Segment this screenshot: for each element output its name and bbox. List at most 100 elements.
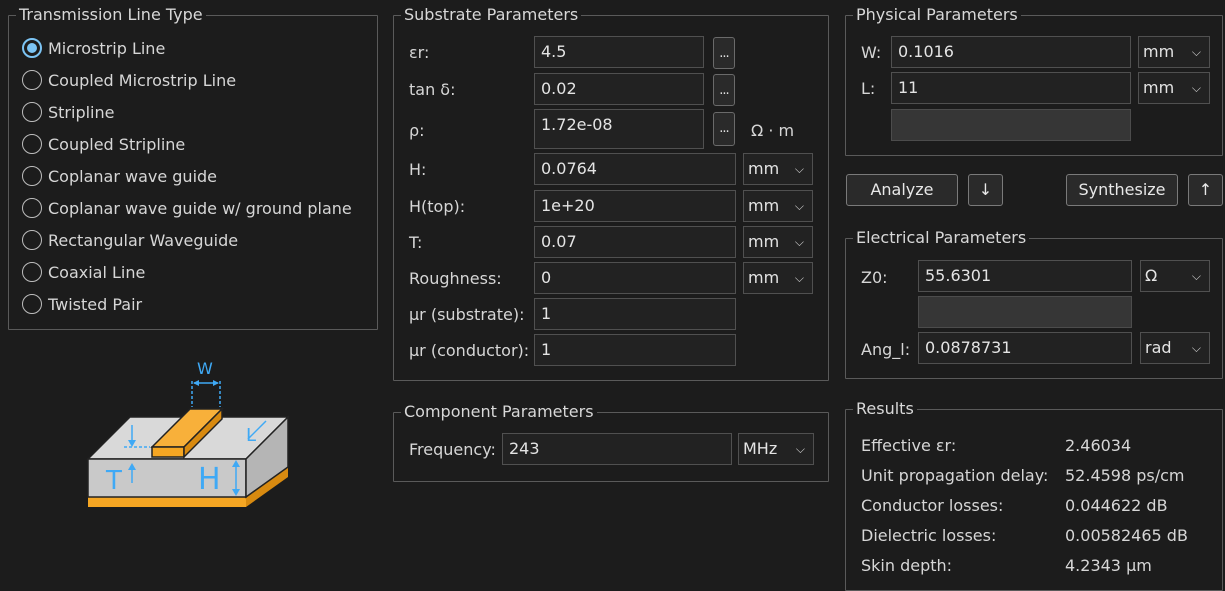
analyze-button[interactable]: Analyze: [846, 174, 958, 206]
er-label: εr:: [409, 43, 430, 62]
radio-microstrip-line[interactable]: Microstrip Line: [22, 36, 165, 60]
frequency-label: Frequency:: [409, 440, 496, 459]
er-browse-button[interactable]: ...: [713, 37, 735, 69]
result-value-effective-er: 2.46034: [1065, 436, 1132, 455]
chevron-down-icon: ⌵: [1191, 341, 1201, 355]
result-label-conductor-losses: Conductor losses:: [861, 496, 1004, 515]
t-label: T: [105, 466, 122, 496]
radio-stripline[interactable]: Stripline: [22, 100, 114, 124]
synthesize-button[interactable]: Synthesize: [1066, 174, 1178, 206]
radio-unchecked-icon[interactable]: [22, 230, 42, 250]
electrical-parameters-group: Electrical Parameters Z0: 55.6301 Ω ⌵ An…: [845, 229, 1223, 379]
radio-label: Stripline: [48, 102, 115, 122]
synthesize-up-arrow-button[interactable]: ↑: [1188, 174, 1223, 206]
tand-label: tan δ:: [409, 80, 456, 99]
t-unit-select[interactable]: mm ⌵: [743, 226, 813, 258]
result-label-unit-propagation-delay: Unit propagation delay:: [861, 466, 1049, 485]
radio-unchecked-icon[interactable]: [22, 166, 42, 186]
w-unit-select[interactable]: mm ⌵: [1138, 36, 1210, 68]
transmission-line-type-group: Transmission Line Type Microstrip Line C…: [8, 6, 378, 330]
physical-extra-input[interactable]: [891, 109, 1131, 141]
radio-coplanar-wave-guide-ground[interactable]: Coplanar wave guide w/ ground plane: [22, 196, 352, 220]
radio-coupled-stripline[interactable]: Coupled Stripline: [22, 132, 185, 156]
l-unit-select[interactable]: mm ⌵: [1138, 72, 1210, 104]
physical-parameters-group: Physical Parameters W: 0.1016 mm ⌵ L: 11…: [845, 6, 1223, 156]
radio-twisted-pair[interactable]: Twisted Pair: [22, 292, 142, 316]
w-unit-value: mm: [1143, 42, 1175, 61]
roughness-unit-select[interactable]: mm ⌵: [743, 262, 813, 294]
roughness-input[interactable]: 0: [534, 262, 736, 294]
radio-label: Microstrip Line: [48, 38, 166, 58]
rho-input[interactable]: 1.72e-08: [534, 109, 704, 149]
radio-unchecked-icon[interactable]: [22, 294, 42, 314]
electrical-extra-input[interactable]: [918, 296, 1132, 328]
h-unit-value: mm: [748, 159, 780, 178]
radio-unchecked-icon[interactable]: [22, 262, 42, 282]
chevron-down-icon: ⌵: [1191, 81, 1201, 95]
radio-coupled-microstrip-line[interactable]: Coupled Microstrip Line: [22, 68, 236, 92]
er-input[interactable]: 4.5: [534, 36, 704, 68]
analyze-down-arrow-button[interactable]: ↓: [968, 174, 1003, 206]
radio-coaxial-line[interactable]: Coaxial Line: [22, 260, 145, 284]
l-unit-value: mm: [1143, 78, 1175, 97]
transmission-line-type-title: Transmission Line Type: [16, 6, 206, 24]
ang-l-label: Ang_l:: [861, 340, 911, 359]
result-label-effective-er: Effective εr:: [861, 436, 957, 455]
w-label: W: [197, 359, 213, 378]
mur-substrate-input[interactable]: 1: [534, 298, 736, 330]
radio-unchecked-icon[interactable]: [22, 134, 42, 154]
mur-conductor-input[interactable]: 1: [534, 334, 736, 366]
component-parameters-title: Component Parameters: [401, 403, 597, 421]
z0-unit-value: Ω: [1145, 266, 1158, 285]
h-unit-select[interactable]: mm ⌵: [743, 153, 813, 185]
radio-unchecked-icon[interactable]: [22, 102, 42, 122]
chevron-down-icon: ⌵: [1191, 269, 1201, 283]
radio-label: Coupled Stripline: [48, 134, 186, 154]
substrate-parameters-group: Substrate Parameters εr: 4.5 ... tan δ: …: [393, 6, 829, 381]
w-param-input[interactable]: 0.1016: [891, 36, 1131, 68]
rho-label: ρ:: [409, 121, 425, 140]
w-arrow-right: [213, 380, 219, 386]
t-input[interactable]: 0.07: [534, 226, 736, 258]
radio-label: Rectangular Waveguide: [48, 230, 239, 250]
t-label: T:: [409, 233, 423, 252]
htop-unit-select[interactable]: mm ⌵: [743, 190, 813, 222]
results-title: Results: [853, 400, 917, 418]
frequency-input[interactable]: 243: [502, 433, 732, 465]
rho-browse-button[interactable]: ...: [713, 112, 735, 146]
result-value-skin-depth: 4.2343 µm: [1065, 556, 1152, 575]
mur-conductor-label: μr (conductor):: [409, 341, 530, 360]
electrical-parameters-title: Electrical Parameters: [853, 229, 1030, 247]
t-unit-value: mm: [748, 232, 780, 251]
radio-label: Coplanar wave guide: [48, 166, 218, 186]
tand-browse-button[interactable]: ...: [713, 74, 735, 106]
chevron-down-icon: ⌵: [1191, 45, 1201, 59]
result-label-dielectric-losses: Dielectric losses:: [861, 526, 997, 545]
radio-checked-icon[interactable]: [22, 38, 42, 58]
htop-unit-value: mm: [748, 196, 780, 215]
l-param-input[interactable]: 11: [891, 72, 1131, 104]
radio-label: Coupled Microstrip Line: [48, 70, 237, 90]
ang-l-unit-select[interactable]: rad ⌵: [1140, 332, 1210, 364]
ground-plane-front: [88, 497, 246, 507]
radio-rectangular-waveguide[interactable]: Rectangular Waveguide: [22, 228, 238, 252]
chevron-down-icon: ⌵: [794, 271, 804, 285]
radio-coplanar-wave-guide[interactable]: Coplanar wave guide: [22, 164, 217, 188]
roughness-unit-value: mm: [748, 268, 780, 287]
tand-input[interactable]: 0.02: [534, 73, 704, 105]
chevron-down-icon: ⌵: [794, 235, 804, 249]
results-group: Results Effective εr: 2.46034 Unit propa…: [845, 400, 1223, 591]
z0-label: Z0:: [861, 268, 888, 287]
radio-unchecked-icon[interactable]: [22, 70, 42, 90]
strip-front: [151, 446, 185, 458]
h-label: H: [198, 462, 221, 497]
htop-input[interactable]: 1e+20: [534, 190, 736, 222]
h-input[interactable]: 0.0764: [534, 153, 736, 185]
z0-unit-select[interactable]: Ω ⌵: [1140, 260, 1210, 292]
ang-l-input[interactable]: 0.0878731: [918, 332, 1132, 364]
frequency-unit-select[interactable]: MHz ⌵: [738, 433, 814, 465]
microstrip-diagram: W L T H: [86, 359, 290, 507]
radio-label: Coplanar wave guide w/ ground plane: [48, 198, 352, 218]
z0-input[interactable]: 55.6301: [918, 260, 1132, 292]
radio-unchecked-icon[interactable]: [22, 198, 42, 218]
